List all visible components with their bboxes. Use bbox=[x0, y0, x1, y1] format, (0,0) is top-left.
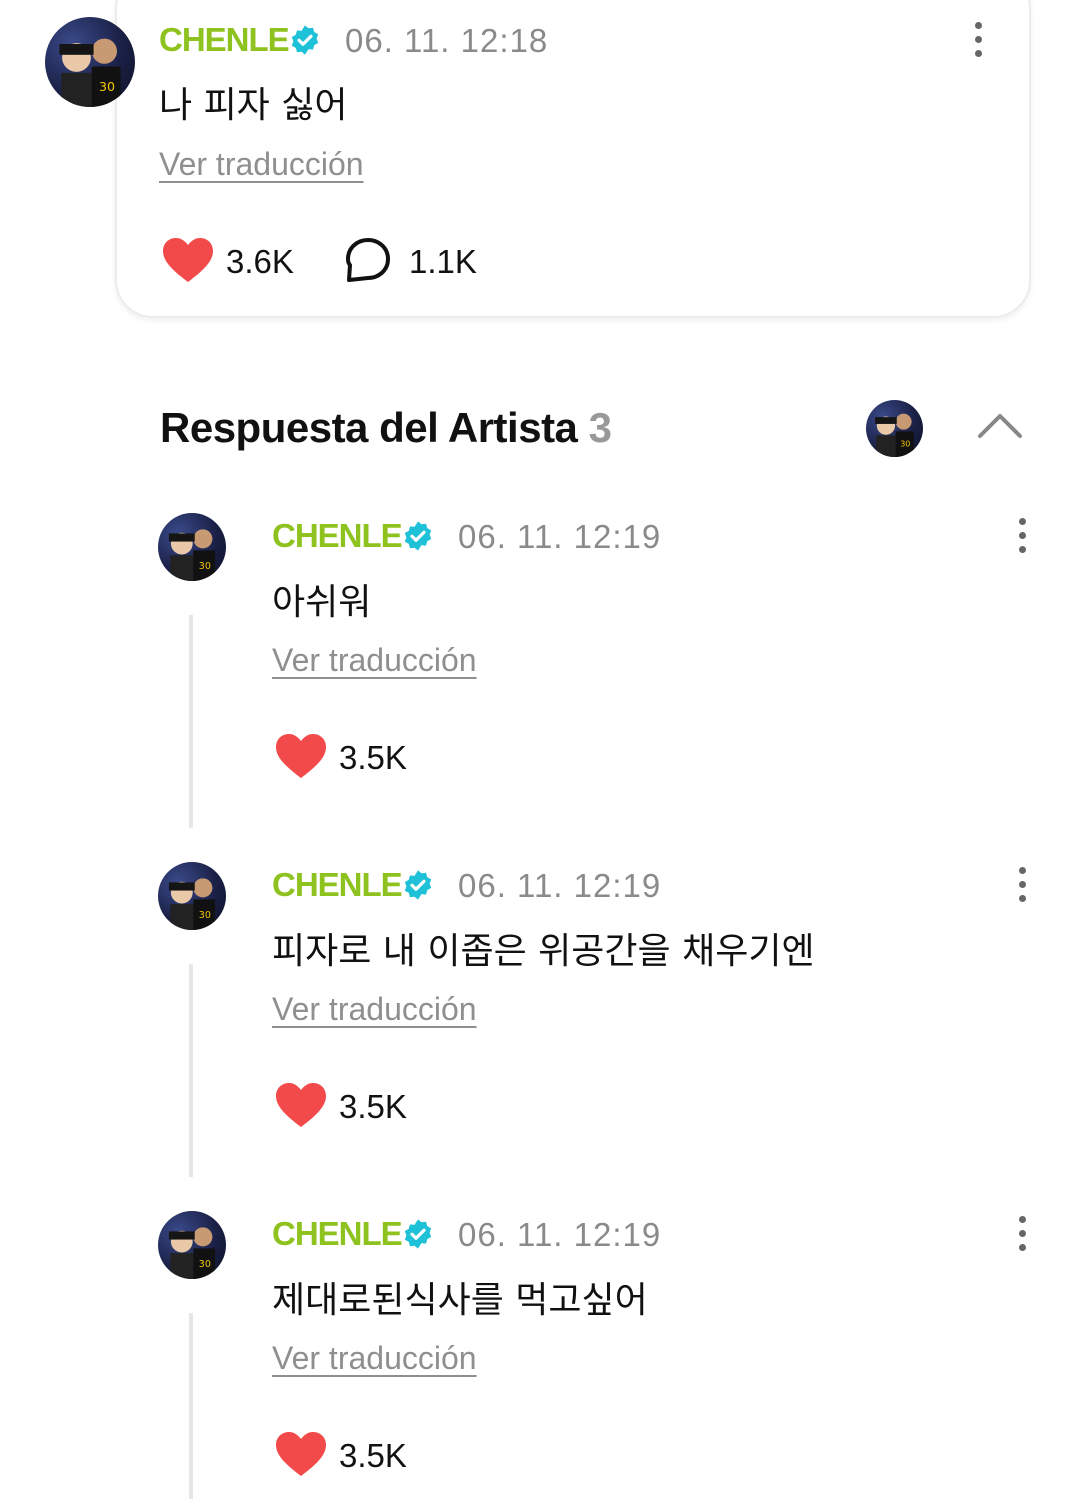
reply-more-icon[interactable] bbox=[1018, 1216, 1026, 1252]
post-comment-count: 1.1K bbox=[409, 243, 477, 280]
reply-timestamp: 06. 11. 12:19 bbox=[458, 518, 662, 555]
reply-timestamp: 06. 11. 12:19 bbox=[458, 1216, 662, 1253]
thread-line bbox=[189, 1313, 193, 1499]
heart-icon[interactable] bbox=[275, 734, 327, 780]
post-author-name[interactable]: CHENLE bbox=[159, 21, 290, 59]
reply-like-count: 3.5K bbox=[339, 1088, 407, 1125]
reply-text: 아쉬워 bbox=[272, 582, 372, 623]
post-translate-link[interactable]: Ver traducción bbox=[159, 146, 364, 183]
svg-text:30: 30 bbox=[199, 561, 211, 572]
reply-avatar[interactable]: 30 bbox=[158, 513, 226, 581]
reply-translate-link[interactable]: Ver traducción bbox=[272, 642, 477, 679]
svg-text:30: 30 bbox=[900, 440, 910, 449]
verified-badge-icon bbox=[404, 1219, 432, 1249]
svg-text:30: 30 bbox=[99, 79, 115, 94]
reply-translate-link[interactable]: Ver traducción bbox=[272, 1340, 477, 1377]
thread-line bbox=[189, 964, 193, 1177]
post-like-count: 3.6K bbox=[226, 243, 294, 280]
verified-badge-icon bbox=[404, 521, 432, 551]
chevron-up-icon[interactable] bbox=[976, 410, 1024, 440]
reply-avatar[interactable]: 30 bbox=[158, 1211, 226, 1279]
artist-replies-header: Respuesta del Artista 3 bbox=[160, 404, 612, 452]
artist-replies-count: 3 bbox=[588, 404, 612, 451]
reply-like-count: 3.5K bbox=[339, 1437, 407, 1474]
comment-bubble-icon[interactable] bbox=[345, 237, 391, 283]
reply-text: 제대로된식사를 먹고싶어 bbox=[272, 1280, 648, 1321]
svg-text:30: 30 bbox=[199, 910, 211, 921]
reply-more-icon[interactable] bbox=[1018, 867, 1026, 903]
reply-author-name[interactable]: CHENLE bbox=[272, 1215, 403, 1253]
heart-icon[interactable] bbox=[275, 1083, 327, 1129]
reply-like-count: 3.5K bbox=[339, 739, 407, 776]
reply-more-icon[interactable] bbox=[1018, 518, 1026, 554]
heart-icon[interactable] bbox=[162, 238, 214, 284]
reply-timestamp: 06. 11. 12:19 bbox=[458, 867, 662, 904]
post-more-icon[interactable] bbox=[974, 22, 982, 58]
reply-translate-link[interactable]: Ver traducción bbox=[272, 991, 477, 1028]
reply-avatar[interactable]: 30 bbox=[158, 862, 226, 930]
post-text: 나 피자 싫어 bbox=[159, 85, 348, 126]
reply-author-name[interactable]: CHENLE bbox=[272, 866, 403, 904]
verified-badge-icon bbox=[291, 25, 319, 55]
section-avatar[interactable]: 30 bbox=[866, 400, 923, 457]
svg-text:30: 30 bbox=[199, 1259, 211, 1270]
heart-icon[interactable] bbox=[275, 1432, 327, 1478]
thread-line bbox=[189, 615, 193, 828]
reply-author-name[interactable]: CHENLE bbox=[272, 517, 403, 555]
post-timestamp: 06. 11. 12:18 bbox=[345, 22, 549, 59]
artist-replies-title: Respuesta del Artista bbox=[160, 404, 578, 451]
reply-text: 피자로 내 이좁은 위공간을 채우기엔 bbox=[272, 931, 815, 972]
verified-badge-icon bbox=[404, 870, 432, 900]
post-author-avatar[interactable]: 30 bbox=[45, 17, 135, 107]
